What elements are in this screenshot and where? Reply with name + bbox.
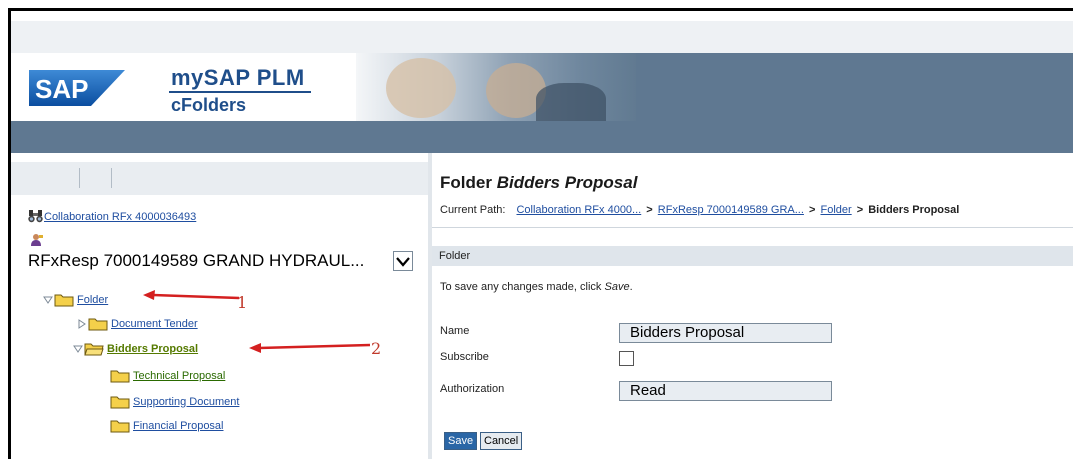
annotation-arrow-1 [143, 290, 240, 300]
breadcrumb-separator: > [808, 204, 816, 216]
breadcrumb: Current Path: Collaboration RFx 4000... … [440, 204, 959, 216]
subscribe-checkbox[interactable] [619, 351, 634, 366]
banner-photo [356, 53, 636, 121]
folder-icon [110, 420, 130, 433]
tree-panel: Collaboration RFx 4000036493 RFxResp 700… [11, 153, 428, 459]
section-divider [432, 227, 1073, 228]
top-light-bar [11, 21, 1073, 53]
tree-item-label[interactable]: Technical Proposal [133, 370, 225, 382]
tree-item-folder[interactable]: Folder [43, 292, 108, 307]
hint-action: Save [604, 281, 630, 293]
breadcrumb-label: Current Path: [440, 204, 506, 216]
tree-toolbar [11, 162, 428, 195]
tree-item-label[interactable]: Document Tender [111, 318, 198, 330]
annotation-arrow-2 [249, 343, 371, 353]
rfx-response-title: RFxResp 7000149589 GRAND HYDRAUL... [28, 251, 365, 270]
breadcrumb-link[interactable]: Collaboration RFx 4000... [516, 204, 641, 216]
section-header: Folder [432, 246, 1073, 266]
collapsed-triangle-icon[interactable] [77, 318, 87, 329]
brand-divider [169, 91, 311, 93]
collaboration-node[interactable]: Collaboration RFx 4000036493 [28, 209, 196, 223]
breadcrumb-link[interactable]: RFxResp 7000149589 GRA... [658, 204, 804, 216]
title-prefix: Folder [440, 173, 492, 192]
name-field[interactable]: Bidders Proposal [619, 323, 832, 343]
folder-open-icon [84, 343, 104, 356]
tree-item-bidders-proposal[interactable]: Bidders Proposal [73, 341, 198, 356]
rfx-dropdown-button[interactable] [393, 251, 413, 271]
sap-logo: SAP [29, 70, 125, 106]
tree-item-document-tender[interactable]: Document Tender [77, 316, 198, 331]
top-gap [11, 11, 1073, 21]
expanded-triangle-icon[interactable] [43, 295, 53, 305]
cancel-button[interactable]: Cancel [480, 432, 523, 450]
nav-bar [11, 121, 1073, 153]
tree-item-label-selected[interactable]: Bidders Proposal [107, 343, 198, 355]
chevron-down-icon [396, 257, 410, 267]
banner: SAP mySAP PLM cFolders [11, 53, 1073, 121]
save-hint: To save any changes made, click Save. [440, 281, 633, 293]
sap-logo-text: SAP [35, 74, 88, 104]
breadcrumb-separator: > [646, 204, 653, 216]
folder-icon [110, 396, 130, 409]
collaboration-link[interactable]: Collaboration RFx 4000036493 [44, 211, 196, 223]
breadcrumb-link[interactable]: Folder [820, 204, 851, 216]
user-icon [31, 234, 43, 246]
toolbar-separator [111, 168, 112, 188]
annotation-number-2: 2 [371, 339, 382, 358]
tree-item-label[interactable]: Folder [77, 294, 108, 306]
folder-icon [110, 370, 130, 383]
banner-right-fill [636, 53, 1073, 121]
brand-subtitle: cFolders [171, 95, 247, 115]
breadcrumb-current: Bidders Proposal [868, 204, 960, 216]
toolbar-separator [79, 168, 80, 188]
tree-item-technical-proposal[interactable]: Technical Proposal [110, 368, 225, 383]
tree-item-financial-proposal[interactable]: Financial Proposal [110, 418, 224, 433]
subscribe-label: Subscribe [440, 351, 489, 363]
title-folder-name: Bidders Proposal [496, 173, 638, 192]
hint-end: . [629, 281, 633, 293]
annotation-number-1: 1 [237, 293, 248, 312]
page-title: Folder Bidders Proposal [440, 173, 637, 193]
tree-item-label[interactable]: Financial Proposal [133, 420, 224, 432]
breadcrumb-separator: > [856, 204, 864, 216]
brand-title: mySAP PLM [171, 65, 305, 90]
tree-item-supporting-document[interactable]: Supporting Document [110, 394, 239, 409]
authorization-field[interactable]: Read [619, 381, 832, 401]
expanded-triangle-icon[interactable] [73, 344, 83, 354]
hint-text: To save any changes made, click [440, 281, 602, 293]
save-button[interactable]: Save [444, 432, 478, 450]
binoculars-icon [28, 210, 43, 223]
folder-icon [88, 318, 108, 331]
app-window: SAP mySAP PLM cFolders Collaboration RFx… [8, 8, 1073, 459]
authorization-label: Authorization [440, 383, 505, 395]
detail-panel: Folder Bidders Proposal Current Path: Co… [432, 153, 1073, 459]
tree-item-label[interactable]: Supporting Document [133, 396, 239, 408]
folder-open-icon [54, 294, 74, 307]
name-label: Name [440, 325, 470, 337]
